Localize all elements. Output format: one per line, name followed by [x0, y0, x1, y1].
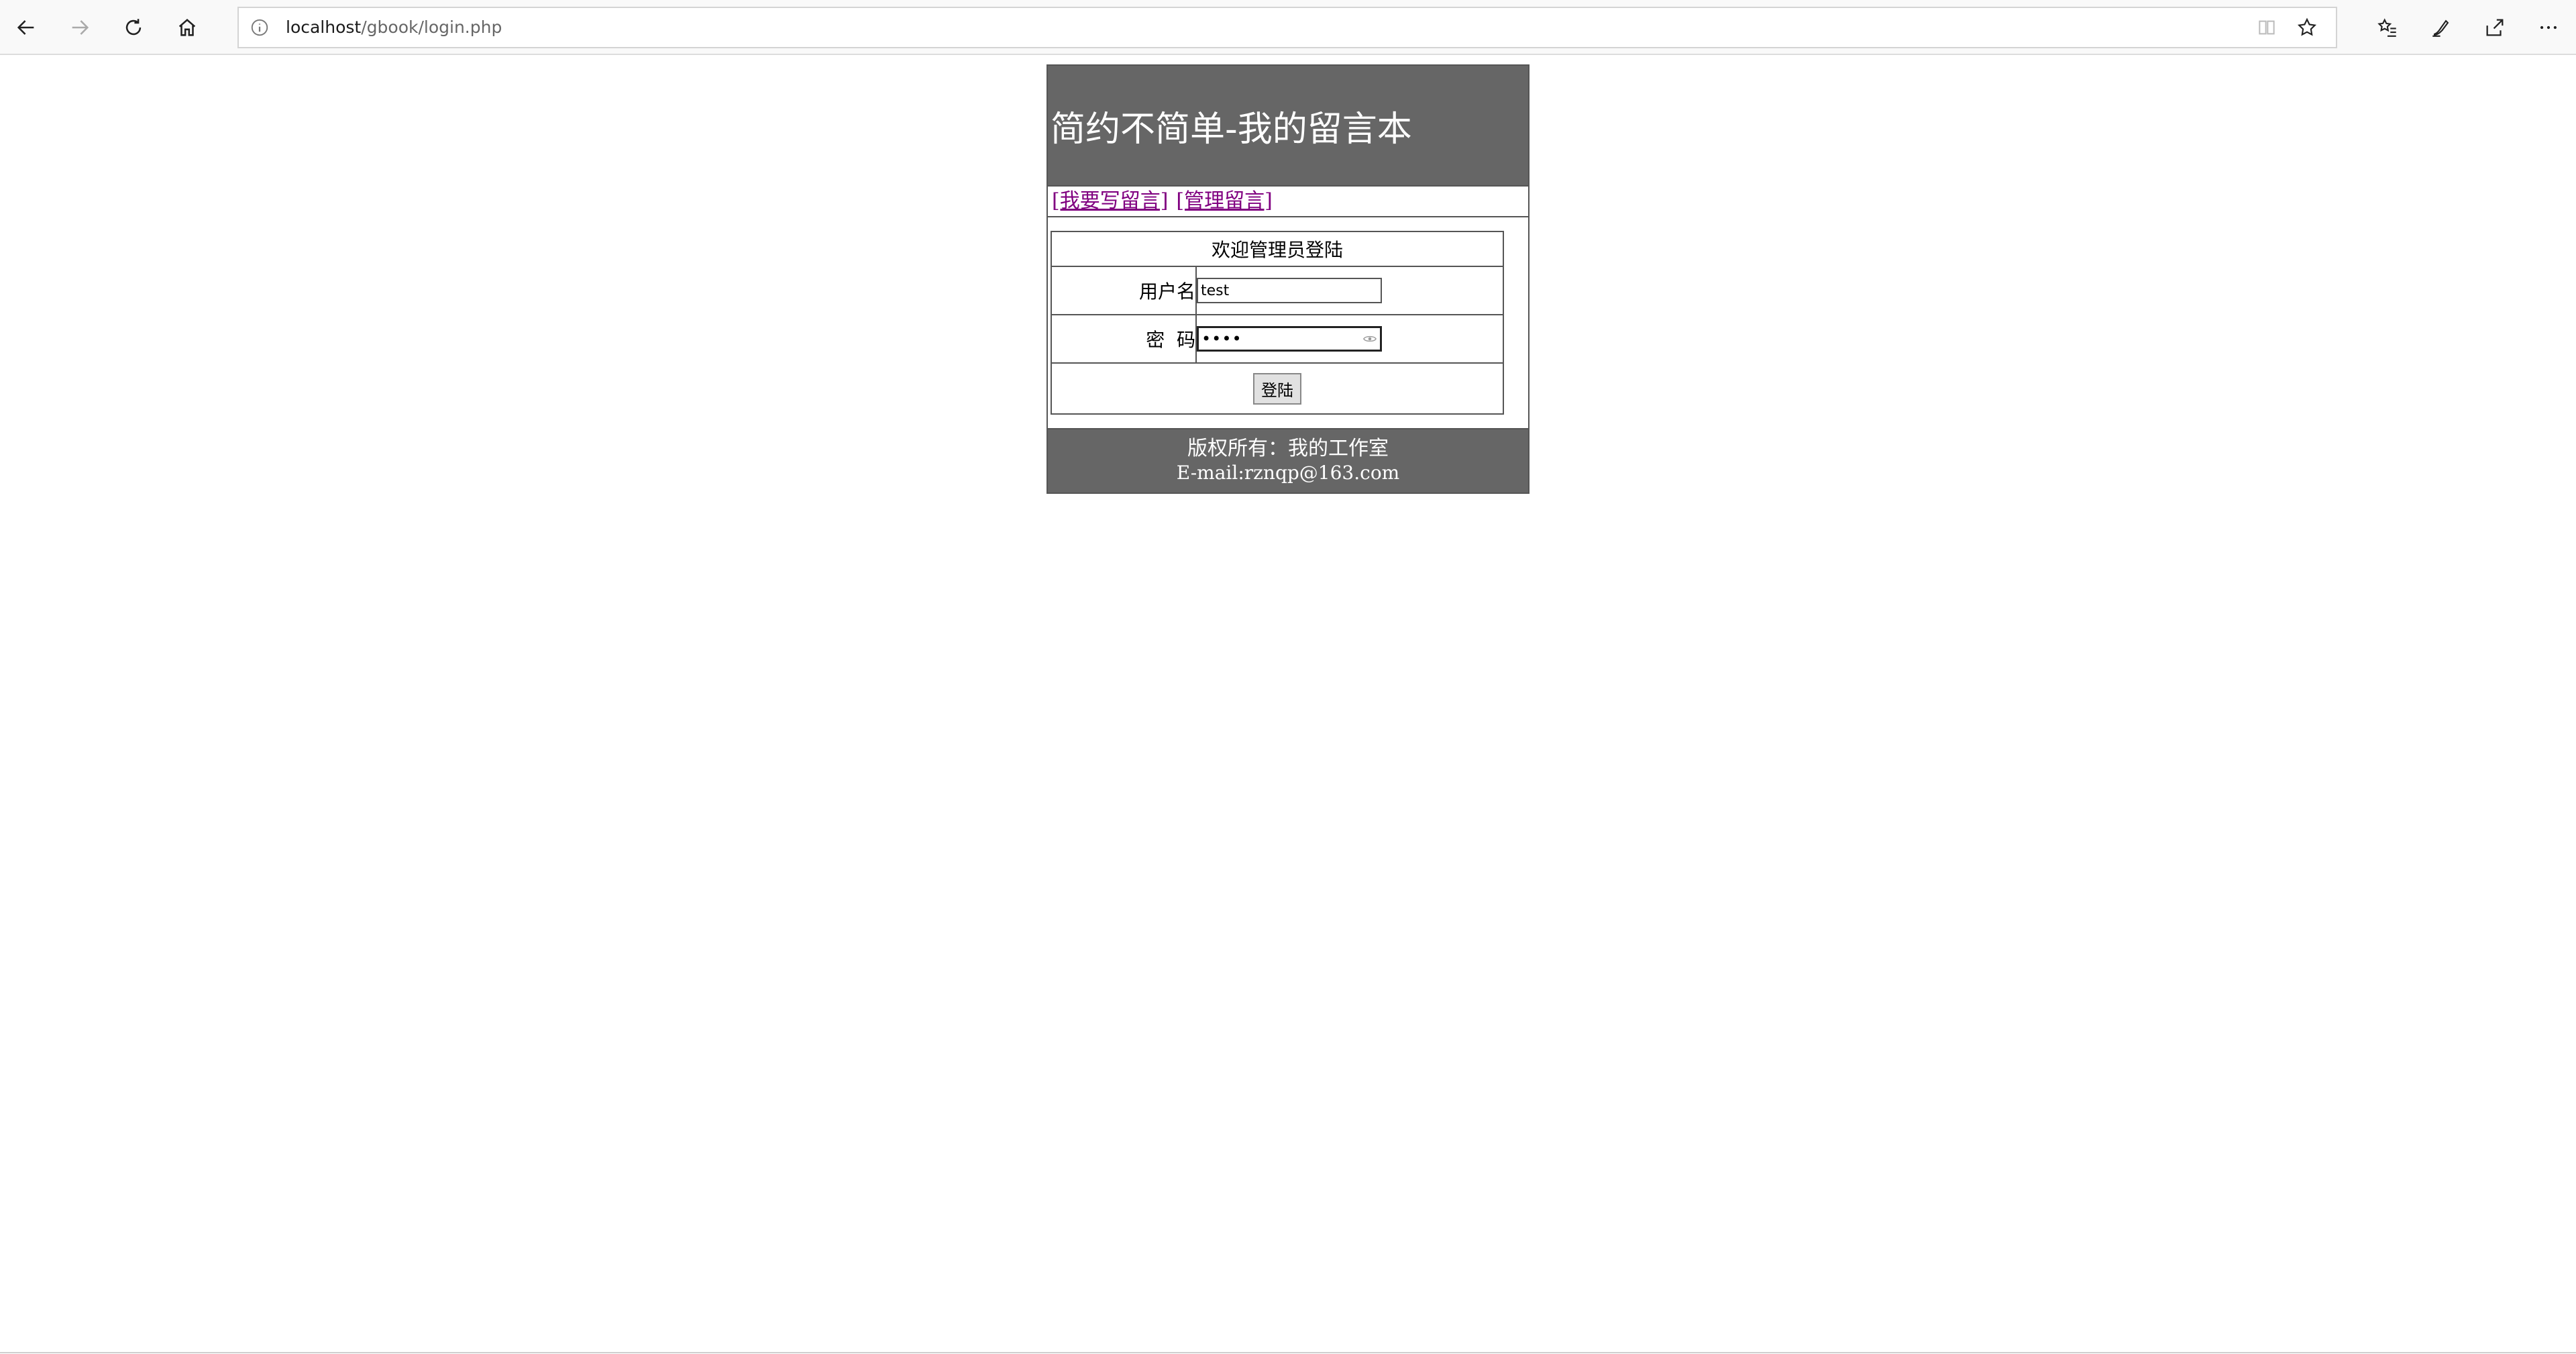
- forward-arrow-icon: [72, 20, 89, 35]
- address-bar[interactable]: localhost/gbook/login.php: [237, 7, 2337, 48]
- password-input[interactable]: ••••: [1197, 326, 1382, 352]
- password-label: 密 码: [1051, 314, 1197, 364]
- footer-email: E-mail:rznqp@163.com: [1176, 462, 1400, 484]
- login-section: 欢迎管理员登陆 用户名 test 密 码 •••• 登陆: [1048, 217, 1528, 429]
- notes-button[interactable]: [2422, 8, 2461, 47]
- window-bottom-border: [0, 1352, 2576, 1353]
- username-label: 用户名: [1051, 266, 1197, 315]
- site-title: 简约不简单-我的留言本: [1051, 109, 1412, 150]
- username-row: 用户名 test: [1051, 266, 1504, 315]
- refresh-button[interactable]: [114, 8, 153, 47]
- share-icon: [2486, 19, 2504, 36]
- reveal-password-icon[interactable]: [1362, 334, 1377, 344]
- login-heading-row: 欢迎管理员登陆: [1051, 231, 1504, 267]
- login-submit-button[interactable]: 登陆: [1253, 372, 1301, 405]
- nav-write-message-link[interactable]: [我要写留言]: [1052, 189, 1168, 213]
- username-cell: test: [1195, 266, 1504, 315]
- password-cell: ••••: [1195, 314, 1504, 364]
- site-header: 简约不简单-我的留言本: [1048, 66, 1528, 187]
- site-footer: 版权所有：我的工作室 E-mail:rznqp@163.com: [1048, 429, 1528, 492]
- password-row: 密 码 ••••: [1051, 314, 1504, 364]
- submit-row: 登陆: [1051, 362, 1504, 415]
- home-button[interactable]: [168, 8, 207, 47]
- password-value: ••••: [1201, 329, 1242, 348]
- share-button[interactable]: [2475, 8, 2514, 47]
- reading-view-button[interactable]: [2253, 13, 2281, 42]
- username-input[interactable]: test: [1197, 278, 1382, 303]
- nav-manage-messages-link[interactable]: [管理留言]: [1176, 189, 1272, 213]
- submit-cell: 登陆: [1051, 362, 1504, 415]
- login-form-table: 欢迎管理员登陆 用户名 test 密 码 •••• 登陆: [1051, 231, 1504, 415]
- back-button[interactable]: [7, 8, 46, 47]
- url-text[interactable]: localhost/gbook/login.php: [286, 8, 502, 47]
- favorites-icon: [2377, 18, 2396, 37]
- refresh-icon: [125, 19, 142, 36]
- home-icon: [178, 18, 196, 36]
- more-button[interactable]: [2529, 8, 2568, 47]
- footer-copyright: 版权所有：我的工作室: [1187, 437, 1389, 460]
- login-heading: 欢迎管理员登陆: [1051, 231, 1504, 267]
- pen-icon: [2432, 19, 2449, 37]
- info-icon[interactable]: [250, 17, 270, 38]
- favorites-button[interactable]: [2368, 8, 2407, 47]
- add-favorite-button[interactable]: [2293, 13, 2321, 42]
- site-nav: [我要写留言] [管理留言]: [1048, 187, 1528, 217]
- reading-view-icon: [2259, 20, 2275, 35]
- guestbook-container: 简约不简单-我的留言本 [我要写留言] [管理留言] 欢迎管理员登陆 用户名 te…: [1046, 64, 1529, 494]
- browser-toolbar: localhost/gbook/login.php: [0, 0, 2576, 55]
- back-arrow-icon: [17, 20, 34, 35]
- forward-button[interactable]: [60, 8, 99, 47]
- star-icon: [2297, 17, 2317, 36]
- username-value: test: [1201, 282, 1230, 299]
- more-icon: [2540, 25, 2557, 30]
